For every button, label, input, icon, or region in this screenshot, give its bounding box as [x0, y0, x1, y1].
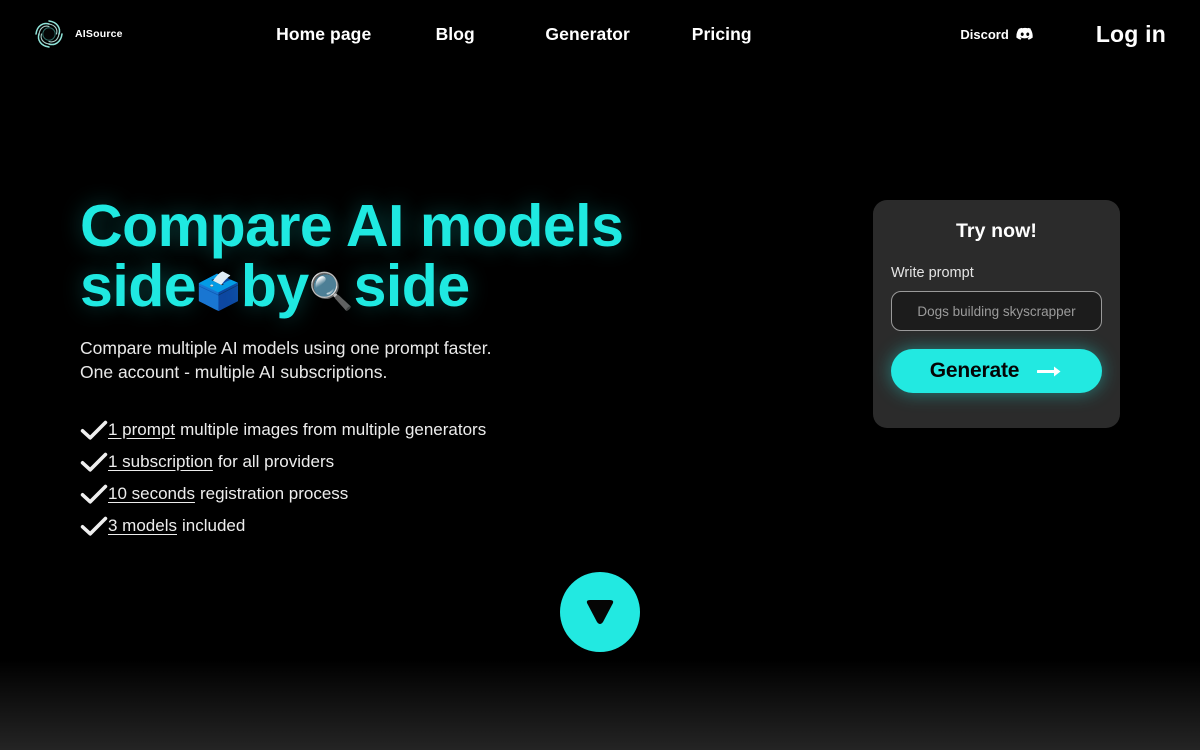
feature-highlight: 10 seconds: [108, 484, 195, 503]
spiral-logo-icon: [32, 17, 66, 51]
subtitle-line-1: Compare multiple AI models using one pro…: [80, 338, 492, 358]
check-icon: [80, 420, 108, 440]
feature-text: included: [181, 516, 246, 535]
headline-word-side-right: side: [353, 253, 471, 319]
magnifying-glass-emoji-icon: 🔍: [308, 270, 354, 312]
hero-subtitle: Compare multiple AI models using one pro…: [80, 336, 780, 384]
ballot-box-emoji-icon: 🗳️: [196, 270, 241, 312]
top-navbar: AISource Home page Blog Generator Pricin…: [0, 0, 1200, 68]
brand-logo[interactable]: AISource: [32, 17, 123, 51]
check-icon: [80, 452, 108, 472]
card-title: Try now!: [956, 220, 1037, 242]
check-icon: [80, 484, 108, 504]
feature-text: for all providers: [217, 452, 335, 471]
check-icon: [80, 516, 108, 536]
try-now-card: Try now! Write prompt Generate: [873, 200, 1120, 428]
list-item: 1 prompt multiple images from multiple g…: [80, 414, 780, 446]
hero-section: Compare AI models side🗳️by🔍side Compare …: [80, 196, 780, 542]
nav-right-group: Discord Log in: [960, 0, 1200, 68]
discord-icon: [1016, 27, 1034, 41]
subtitle-line-2: One account - multiple AI subscriptions.: [80, 362, 388, 382]
discord-label: Discord: [960, 26, 1009, 42]
prompt-label: Write prompt: [891, 265, 974, 281]
list-item: 10 seconds registration process: [80, 478, 780, 510]
discord-link[interactable]: Discord: [960, 27, 1033, 42]
headline-word-side-left: side: [80, 253, 197, 319]
feature-highlight: 3 models: [108, 516, 177, 535]
prompt-input[interactable]: [891, 291, 1102, 331]
nav-item-pricing[interactable]: Pricing: [657, 18, 787, 51]
generate-button[interactable]: Generate: [891, 349, 1102, 393]
brand-name: AISource: [75, 28, 123, 40]
page-title: Compare AI models side🗳️by🔍side: [80, 196, 780, 316]
nav-item-blog[interactable]: Blog: [392, 18, 519, 51]
feature-highlight: 1 prompt: [108, 420, 176, 439]
nav-links: Home page Blog Generator Pricing: [256, 18, 787, 51]
arrow-right-icon: [1037, 365, 1063, 378]
feature-list: 1 prompt multiple images from multiple g…: [80, 414, 780, 542]
list-item: 1 subscription for all providers: [80, 446, 780, 478]
nav-item-generator[interactable]: Generator: [519, 18, 657, 51]
list-item: 3 models included: [80, 510, 780, 542]
feature-highlight: 1 subscription: [108, 452, 213, 471]
headline-word-by: by: [240, 253, 309, 319]
generate-button-label: Generate: [929, 359, 1020, 382]
landing-page: AISource Home page Blog Generator Pricin…: [0, 0, 1200, 750]
scroll-down-triangle-icon: [560, 572, 640, 656]
nav-item-home-page[interactable]: Home page: [256, 18, 392, 51]
headline-line-1: Compare AI models: [80, 193, 624, 259]
login-button[interactable]: Log in: [1096, 21, 1166, 48]
feature-text: multiple images from multiple generators: [180, 420, 487, 439]
scroll-down-button[interactable]: [560, 572, 640, 652]
feature-text: registration process: [199, 484, 349, 503]
